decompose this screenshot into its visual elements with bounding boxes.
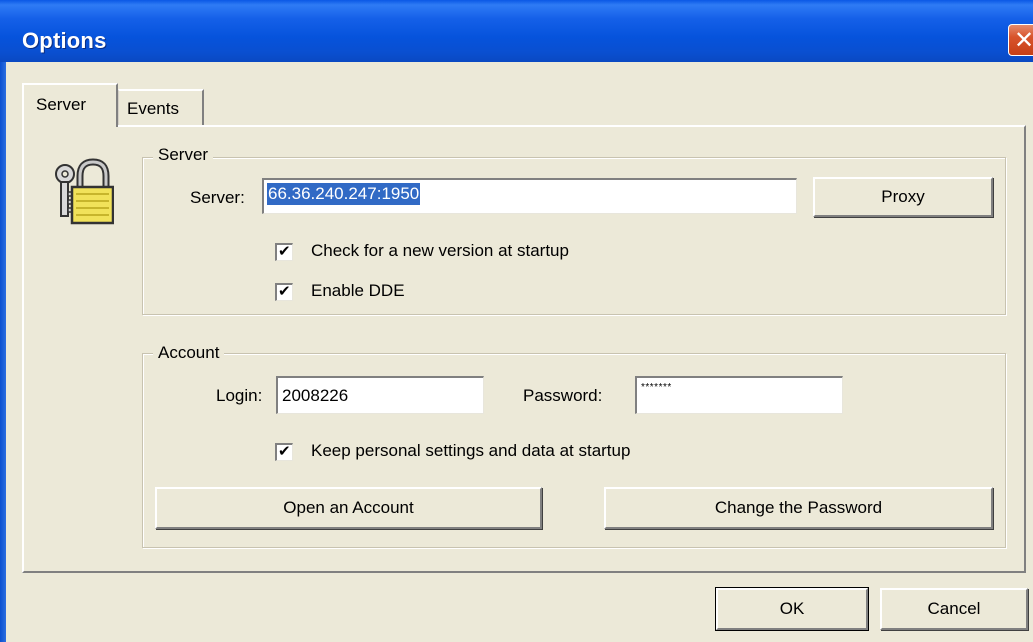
window-title: Options [22, 28, 107, 53]
window-frame-left [0, 62, 6, 642]
tab-panel-server [22, 125, 1026, 573]
tab-server[interactable]: Server [22, 83, 118, 127]
title-bar[interactable]: Options ✕ [0, 0, 1033, 62]
close-button[interactable]: ✕ [1008, 24, 1033, 56]
options-dialog: Options ✕ Server Events Server Server: 6… [0, 0, 1033, 642]
ok-button[interactable]: OK [715, 587, 869, 631]
tab-events[interactable]: Events [118, 89, 204, 126]
close-icon: ✕ [1014, 26, 1033, 54]
tab-events-label: Events [127, 99, 179, 118]
tab-server-label: Server [36, 95, 87, 114]
cancel-button-label: Cancel [927, 599, 981, 618]
cancel-button[interactable]: Cancel [880, 588, 1028, 630]
ok-button-label: OK [779, 599, 805, 618]
